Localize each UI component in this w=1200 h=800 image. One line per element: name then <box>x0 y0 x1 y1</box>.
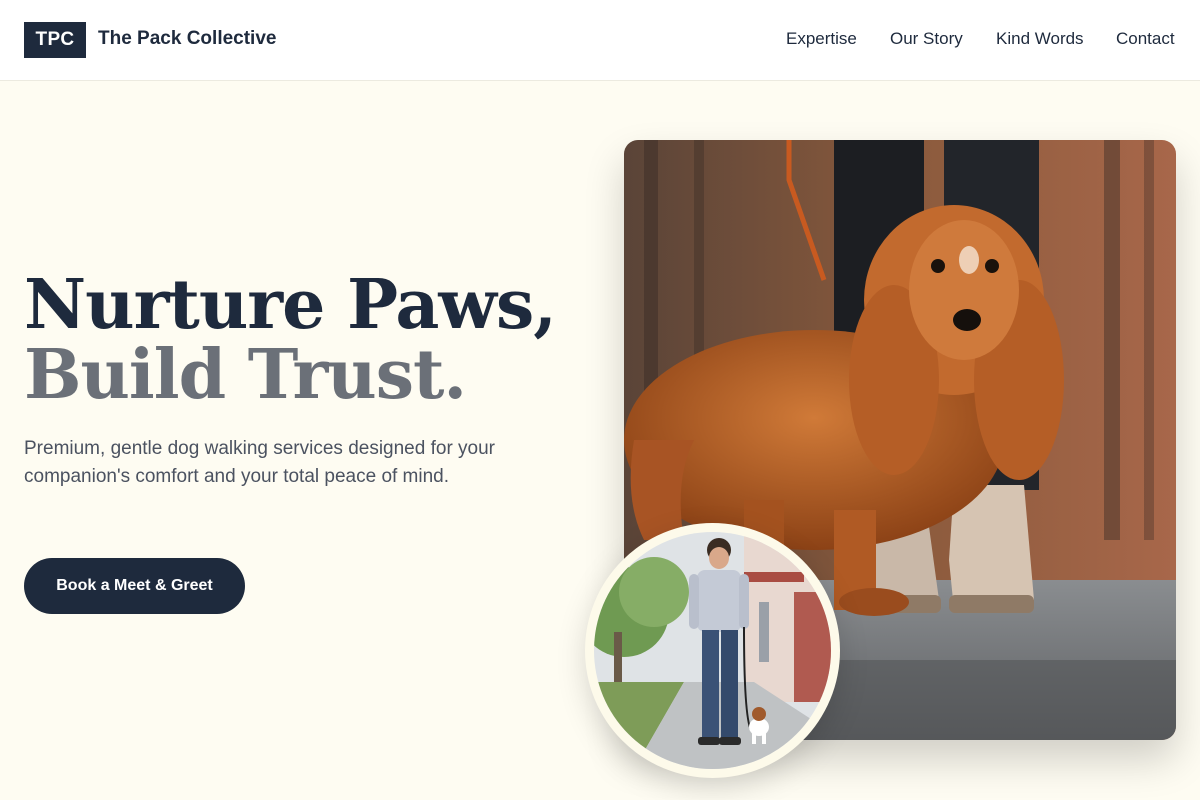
inset-walker-photo-frame <box>585 523 840 778</box>
hero-headline: Nurture Paws, Build Trust. <box>24 265 557 415</box>
headline-line-1: Nurture Paws, <box>24 265 557 345</box>
logo-badge[interactable]: TPC <box>24 22 86 58</box>
nav-link-contact[interactable]: Contact <box>1116 29 1175 49</box>
nav-link-expertise[interactable]: Expertise <box>786 29 857 49</box>
book-meet-greet-button[interactable]: Book a Meet & Greet <box>24 558 245 614</box>
nav-link-kind-words[interactable]: Kind Words <box>996 29 1084 49</box>
man-walking-dog-photo <box>594 532 831 769</box>
headline-line-2: Build Trust. <box>24 335 467 415</box>
hero-subtext: Premium, gentle dog walking services des… <box>24 438 496 487</box>
site-header: TPC The Pack Collective Expertise Our St… <box>0 0 1200 81</box>
nav-link-our-story[interactable]: Our Story <box>890 29 963 49</box>
brand-name[interactable]: The Pack Collective <box>98 28 276 50</box>
